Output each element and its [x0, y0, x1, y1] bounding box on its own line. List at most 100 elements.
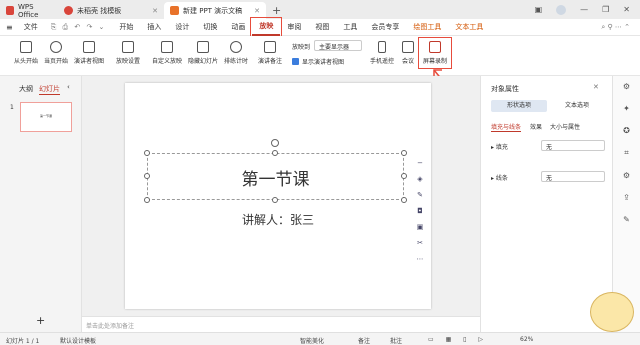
tab-slides[interactable]: 幻灯片 [39, 84, 60, 95]
fill-icon[interactable]: ◘ [417, 207, 423, 215]
line-label: ▸ 线条 [491, 175, 508, 182]
fill-select[interactable]: 无 [541, 140, 605, 151]
tools-icon[interactable]: ✂ [417, 239, 423, 247]
play-current-button[interactable]: 当页开始 [44, 41, 68, 65]
status-bar: 幻灯片 1 / 1 默认设计模板 智能美化 备注 批注 ▭ ▦ ▯ ▷ 62% [0, 332, 640, 345]
menu-icon[interactable]: ≡ [0, 23, 17, 32]
notes-area[interactable]: 单击此处添加备注 [82, 316, 480, 332]
tab-text-options[interactable]: 文本选项 [549, 100, 605, 112]
title-textbox[interactable]: 第一节课 [147, 153, 404, 200]
subtab-fill-line[interactable]: 填充与线条 [491, 122, 522, 132]
menu-review[interactable]: 审阅 [280, 19, 308, 36]
close-icon[interactable]: ✕ [254, 7, 260, 15]
menu-drawing-tools[interactable]: 绘图工具 [406, 19, 448, 36]
layers-icon[interactable]: ◈ [417, 175, 422, 183]
menu-insert[interactable]: 插入 [140, 19, 168, 36]
resize-handle[interactable] [272, 150, 278, 156]
menu-file[interactable]: 文件 [17, 19, 45, 36]
more-icon[interactable]: ⋯ [417, 255, 424, 263]
zoom-level[interactable]: 62% [520, 336, 533, 343]
resize-handle[interactable] [401, 150, 407, 156]
presenter-view-button[interactable]: 演讲者视图 [74, 41, 104, 65]
notes-icon [264, 41, 276, 53]
close-icon[interactable]: ✕ [152, 7, 158, 15]
menu-animation[interactable]: 动画 [224, 19, 252, 36]
slide-thumbnail[interactable]: 第一节课 [20, 102, 72, 132]
close-window-icon[interactable]: ✕ [623, 5, 630, 14]
view-icons[interactable]: ▭ ▦ ▯ ▷ [428, 336, 488, 343]
sidebar-icons[interactable]: ⚙ ✦ ✪ ⌗ ⚙ ⇪ ✎ [613, 82, 640, 224]
screen-record-button[interactable]: 屏幕录制 [417, 37, 453, 69]
menu-design[interactable]: 设计 [168, 19, 196, 36]
window-controls: ▣ — ❐ ✕ [535, 0, 640, 19]
search-icon[interactable]: ⌕ ⚲ ⋯ ⌃ [601, 23, 640, 32]
pen-icon[interactable]: ✎ [417, 191, 423, 199]
slideshow-settings-button[interactable]: 放映设置 [116, 41, 140, 65]
resize-handle[interactable] [144, 197, 150, 203]
minimize-icon[interactable]: — [580, 5, 588, 14]
slide-title: 第一节课 [241, 170, 310, 190]
settings-icon [122, 41, 134, 53]
collapse-pane-icon[interactable]: ‹ [67, 83, 70, 91]
add-slide-button[interactable]: + [36, 314, 45, 327]
subtab-effect[interactable]: 效果 [530, 122, 542, 131]
tab-outline[interactable]: 大纲 [19, 84, 33, 94]
subtab-size[interactable]: 大小与属性 [550, 122, 580, 131]
resize-handle[interactable] [144, 173, 150, 179]
toolbar-icons[interactable]: ⎘ ⎙ ↶ ↷ ⌄ [45, 23, 113, 32]
presenter-view-checkbox[interactable]: 显示演讲者视图 [292, 57, 344, 66]
menu-transition[interactable]: 切换 [196, 19, 224, 36]
tab-wps-office[interactable]: WPS Office [0, 2, 58, 19]
menu-tools[interactable]: 工具 [336, 19, 364, 36]
tab-ppt-document[interactable]: 新建 PPT 演示文稿 ✕ [164, 2, 266, 19]
thumb-title: 第一节课 [39, 114, 52, 118]
menu-text-tools[interactable]: 文本工具 [448, 19, 490, 36]
rehearse-timing-button[interactable]: 排练计时 [224, 41, 248, 65]
pane-title: 对象属性 [491, 85, 519, 93]
hide-slide-button[interactable]: 隐藏幻灯片 [188, 41, 218, 65]
properties-pane: 对象属性 ✕ 形状选项 文本选项 填充与线条 效果 大小与属性 ▸ 填充 无 ▸… [480, 76, 612, 332]
menu-start[interactable]: 开始 [112, 19, 140, 36]
minus-icon[interactable]: − [417, 159, 423, 167]
window-layout-icon[interactable]: ▣ [535, 5, 543, 14]
docer-icon [64, 6, 73, 15]
meeting-button[interactable]: 会议 [402, 41, 414, 65]
resize-handle[interactable] [144, 150, 150, 156]
share-icon[interactable]: ⇪ [623, 193, 630, 202]
play-from-start-button[interactable]: 从头开始 [14, 41, 38, 65]
notes-toggle[interactable]: 备注 [358, 336, 370, 345]
settings-icon[interactable]: ⚙ [623, 171, 630, 180]
style-icon[interactable]: ✦ [623, 104, 630, 113]
resize-handle[interactable] [401, 197, 407, 203]
tab-label: 新建 PPT 演示文稿 [183, 6, 243, 15]
maximize-icon[interactable]: ❐ [602, 5, 609, 14]
animation-icon[interactable]: ✪ [623, 126, 630, 135]
display-label: 放映到 [292, 44, 311, 51]
smart-beautify[interactable]: 智能美化 [300, 336, 324, 345]
avatar[interactable] [556, 4, 567, 15]
tab-template[interactable]: 未稻壳 找模板 ✕ [58, 2, 164, 19]
menu-view[interactable]: 视图 [308, 19, 336, 36]
comments-toggle[interactable]: 批注 [390, 336, 402, 345]
crop-icon[interactable]: ⌗ [624, 148, 629, 158]
play-start-icon [20, 41, 32, 53]
phone-remote-button[interactable]: 手机遥控 [370, 41, 394, 65]
slide-canvas[interactable]: 第一节课 讲解人：张三 − ◈ ✎ ◘ ▣ ✂ ⋯ [125, 83, 431, 309]
frame-icon[interactable]: ▣ [417, 223, 424, 231]
speaker-notes-button[interactable]: 演讲备注 [258, 41, 282, 65]
line-select[interactable]: 无 [541, 171, 605, 182]
properties-icon[interactable]: ⚙ [623, 82, 630, 91]
resize-handle[interactable] [272, 197, 278, 203]
menu-slideshow[interactable]: 放映 [250, 16, 283, 38]
template-name[interactable]: 默认设计模板 [60, 336, 96, 345]
new-tab-button[interactable]: + [266, 2, 287, 19]
wps-logo-icon [6, 6, 14, 15]
rotate-handle-icon[interactable] [271, 139, 279, 147]
close-icon[interactable]: ✕ [593, 83, 599, 91]
menu-member[interactable]: 会员专享 [364, 19, 406, 36]
display-select[interactable]: 主要显示器 [314, 40, 362, 51]
brush-icon[interactable]: ✎ [623, 215, 630, 224]
tab-shape-options[interactable]: 形状选项 [491, 100, 547, 112]
resize-handle[interactable] [401, 173, 407, 179]
custom-show-button[interactable]: 自定义放映 [152, 41, 182, 65]
